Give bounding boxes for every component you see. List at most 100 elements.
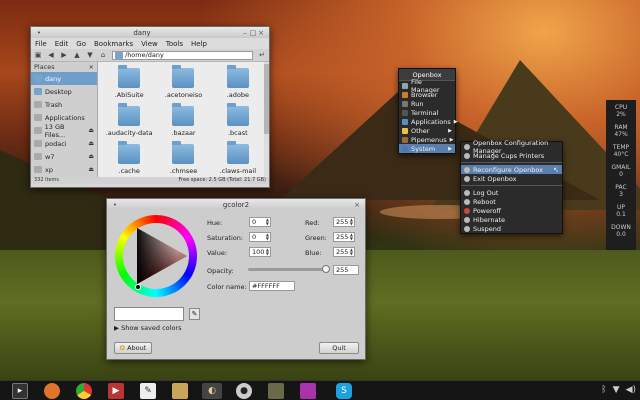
menu-edit[interactable]: Edit	[55, 40, 69, 49]
sidebar-item-trash[interactable]: Trash	[31, 98, 97, 111]
gcolor-window[interactable]: • gcolor2 × Hue: 0 ▲ ▼ Saturation: 0 ▲ ▼ Val…	[106, 198, 366, 360]
value-spinner[interactable]: 100 ▲ ▼	[249, 247, 271, 257]
menu-tools[interactable]: Tools	[166, 40, 183, 49]
hue-spinner[interactable]: 0 ▲ ▼	[249, 217, 271, 227]
gcolor-titlebar[interactable]: • gcolor2 ×	[107, 199, 365, 210]
menu-item-reconfigure[interactable]: Reconfigure Openbox ↖	[461, 165, 562, 174]
sidebar-item-desktop[interactable]: Desktop	[31, 85, 97, 98]
terminal-icon[interactable]: ▸	[12, 383, 28, 399]
spin-arrows-icon[interactable]: ▲ ▼	[266, 218, 269, 226]
menu-item-openbox-config[interactable]: Openbox Configuration Manager	[461, 139, 562, 155]
sidebar-close-icon[interactable]: ×	[89, 63, 94, 71]
file-grid-scrollbar[interactable]	[264, 62, 269, 177]
maximize-icon[interactable]: □	[249, 29, 257, 37]
sidebar-item-xp[interactable]: xp ⏏	[31, 163, 97, 176]
up-icon[interactable]: ▲	[73, 51, 81, 59]
home-icon[interactable]: ⌂	[99, 51, 107, 59]
blue-spinner[interactable]: 255 ▲ ▼	[333, 247, 355, 257]
sidebar-item-dany[interactable]: dany	[31, 72, 97, 85]
path-input[interactable]: /home/dany	[112, 50, 253, 60]
paint-icon[interactable]	[300, 383, 316, 399]
show-saved-colors-expander[interactable]: ▶ Show saved colors	[114, 324, 181, 332]
sidebar-item-podaci[interactable]: podaci ⏏	[31, 137, 97, 150]
down-icon[interactable]: ▼	[86, 51, 94, 59]
network-icon[interactable]: ▼	[613, 385, 620, 395]
text-editor-icon[interactable]: ✎	[140, 383, 156, 399]
file-item[interactable]: .adobe	[211, 65, 265, 106]
spin-arrows-icon[interactable]: ▲ ▼	[350, 233, 353, 241]
eject-icon[interactable]: ⏏	[88, 127, 94, 134]
file-item[interactable]: .chmsee	[156, 141, 210, 177]
spin-arrows-icon[interactable]: ▲ ▼	[350, 248, 353, 256]
saturation-label: Saturation:	[207, 234, 244, 242]
back-icon[interactable]: ◀	[47, 51, 55, 59]
menu-item-logout[interactable]: Log Out	[461, 188, 562, 197]
file-manager-window[interactable]: • dany – □ × File Edit Go Bookmarks View…	[30, 26, 270, 188]
eject-icon[interactable]: ⏏	[88, 166, 94, 173]
close-icon[interactable]: ×	[257, 29, 265, 37]
eject-icon[interactable]: ⏏	[88, 153, 94, 160]
obs-icon[interactable]: ●	[236, 383, 252, 399]
saturation-spinner[interactable]: 0 ▲ ▼	[249, 232, 271, 242]
file-item[interactable]: .cache	[102, 141, 156, 177]
menu-item-terminal[interactable]: Terminal	[399, 108, 455, 117]
opacity-spinner[interactable]: 255	[333, 265, 359, 275]
file-item[interactable]: .claws-mail	[211, 141, 265, 177]
gimp-icon[interactable]	[268, 383, 284, 399]
window-menu-icon[interactable]: •	[111, 201, 119, 209]
spin-arrows-icon[interactable]: ▲ ▼	[266, 248, 269, 256]
opacity-slider[interactable]	[248, 265, 330, 273]
close-icon[interactable]: ×	[353, 201, 361, 209]
menu-item-other[interactable]: Other ▶	[399, 126, 455, 135]
eyedropper-button[interactable]: ✎	[189, 308, 200, 320]
menu-item-applications[interactable]: Applications ▶	[399, 117, 458, 126]
red-spinner[interactable]: 255 ▲ ▼	[333, 217, 355, 227]
menu-bookmarks[interactable]: Bookmarks	[94, 40, 133, 49]
forward-icon[interactable]: ▶	[60, 51, 68, 59]
spin-arrows-icon[interactable]: ▲ ▼	[350, 218, 353, 226]
sidebar-item-13gb[interactable]: 13 GB Files... ⏏	[31, 123, 97, 139]
menu-item-poweroff[interactable]: Poweroff	[461, 206, 562, 215]
spin-arrows-icon[interactable]: ▲ ▼	[266, 233, 269, 241]
file-manager-titlebar[interactable]: • dany – □ ×	[31, 27, 269, 38]
image-viewer-icon[interactable]	[172, 383, 188, 399]
firefox-icon[interactable]	[44, 383, 60, 399]
menu-item-suspend[interactable]: Suspend	[461, 224, 562, 233]
about-button[interactable]: ✪ About	[114, 342, 152, 354]
menu-item-file-manager[interactable]: File Manager	[399, 78, 455, 94]
green-spinner[interactable]: 255 ▲ ▼	[333, 232, 355, 242]
menu-file[interactable]: File	[35, 40, 47, 49]
file-item[interactable]: .AbiSuite	[102, 65, 156, 106]
file-item[interactable]: .acetoneiso	[156, 65, 210, 106]
menu-item-exit-openbox[interactable]: Exit Openbox	[461, 174, 562, 183]
color-picker-handle[interactable]	[135, 284, 141, 290]
scrollbar-thumb[interactable]	[264, 64, 269, 134]
volume-icon[interactable]: ◀)	[626, 385, 636, 395]
menu-item-run[interactable]: Run	[399, 99, 455, 108]
minimize-icon[interactable]: –	[241, 29, 249, 37]
menu-item-pipemenus[interactable]: Pipemenus ▶	[399, 135, 455, 144]
opacity-slider-knob[interactable]	[322, 265, 330, 273]
eject-icon[interactable]: ⏏	[88, 140, 94, 147]
file-item[interactable]: .audacity-data	[102, 103, 156, 144]
media-icon[interactable]: ▶	[108, 383, 124, 399]
quit-button[interactable]: Quit	[319, 342, 359, 354]
new-tab-icon[interactable]: ▣	[34, 51, 42, 59]
menu-item-label: Suspend	[473, 224, 502, 233]
menu-item-hibernate[interactable]: Hibernate	[461, 215, 562, 224]
file-item[interactable]: .bcast	[211, 103, 265, 144]
menu-view[interactable]: View	[141, 40, 158, 49]
window-menu-icon[interactable]: •	[35, 29, 43, 37]
menu-item-system[interactable]: System ▶	[399, 144, 455, 153]
menu-item-reboot[interactable]: Reboot	[461, 197, 562, 206]
sidebar-item-w7[interactable]: w7 ⏏	[31, 150, 97, 163]
color-name-input[interactable]: #FFFFFF	[249, 281, 295, 291]
bluetooth-icon[interactable]: ᛒ	[601, 385, 606, 395]
menu-go[interactable]: Go	[76, 40, 86, 49]
skype-icon[interactable]: S	[336, 383, 352, 399]
file-item[interactable]: .bazaar	[156, 103, 210, 144]
gcolor-icon[interactable]: ◐	[202, 383, 222, 399]
chrome-icon[interactable]	[76, 383, 92, 399]
go-icon[interactable]: ↵	[258, 51, 266, 59]
menu-help[interactable]: Help	[191, 40, 207, 49]
